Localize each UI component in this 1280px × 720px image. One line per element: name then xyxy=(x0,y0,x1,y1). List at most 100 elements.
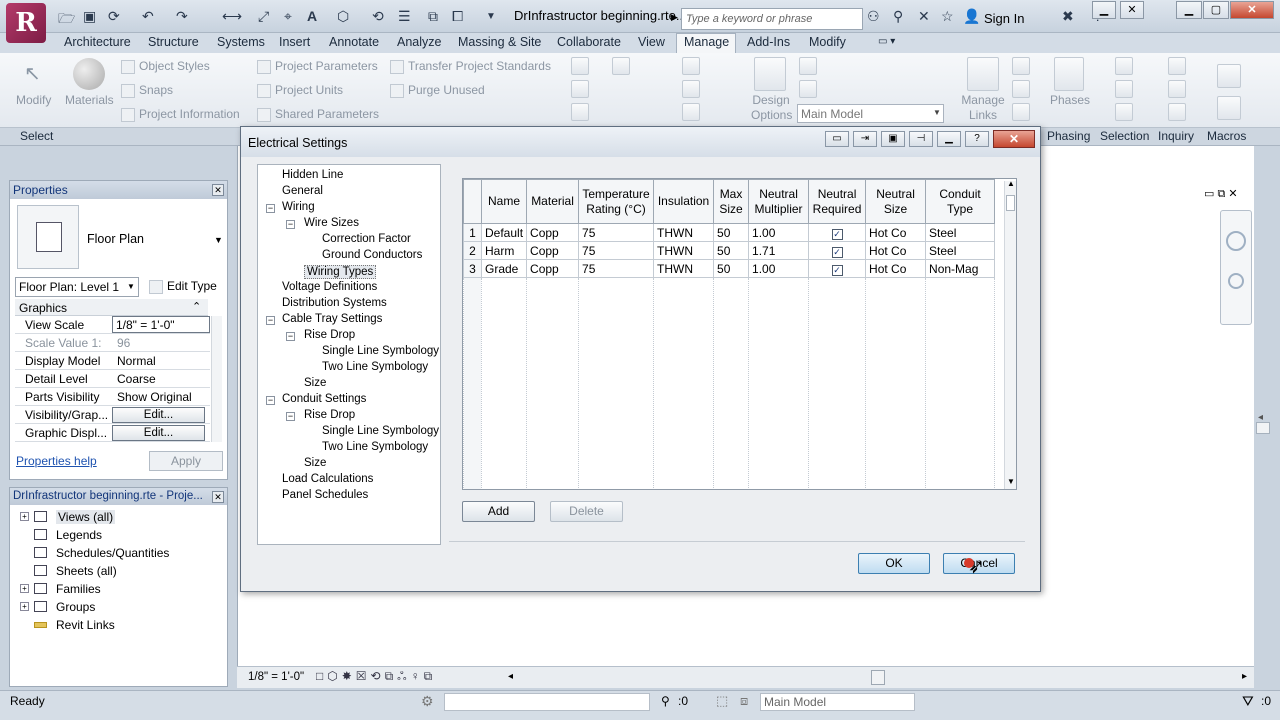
manage-links-icon[interactable] xyxy=(967,57,999,91)
tab-insert[interactable]: Insert xyxy=(279,35,310,49)
tree-item-general[interactable]: General xyxy=(282,185,323,197)
chevron-left-icon[interactable]: ◂ xyxy=(508,671,513,682)
column-header-conduit-type[interactable]: Conduit Type xyxy=(925,179,996,224)
search-input[interactable]: Type a keyword or phrase xyxy=(681,8,863,30)
manage-links-button[interactable]: Manage Links xyxy=(961,93,1005,123)
editable-only-icon[interactable]: ⚲ xyxy=(661,694,670,708)
cell-name[interactable]: Harm xyxy=(480,241,528,260)
collapse-icon[interactable]: − xyxy=(266,316,275,325)
cell-neutral-required[interactable]: ✓ xyxy=(808,223,867,242)
graphic-display-edit-button[interactable]: Edit... xyxy=(112,425,205,441)
property-row[interactable]: Detail Level Coarse xyxy=(15,370,210,388)
navigation-bar[interactable] xyxy=(1220,210,1252,325)
snaps-button[interactable]: Snaps xyxy=(121,83,173,98)
apply-button[interactable]: Apply xyxy=(149,451,223,471)
tab-manage[interactable]: Manage xyxy=(684,35,729,49)
table-row[interactable]: 3 Grade Copp 75 THWN 50 1.00 ✓ Hot Co Non-Mag xyxy=(463,259,996,278)
table-row[interactable]: 2 Harm Copp 75 THWN 50 1.71 ✓ Hot Co Steel xyxy=(463,241,996,260)
close-icon[interactable]: ✕ xyxy=(212,491,224,503)
edit-type-button[interactable]: Edit Type xyxy=(146,277,224,297)
shared-parameters-button[interactable]: Shared Parameters xyxy=(257,107,379,122)
window-minimize-inner-button[interactable]: ▁ xyxy=(1092,1,1116,19)
view-control-icons[interactable]: □⬡✸☒⟲⧉ஃ♀⧉ xyxy=(316,669,436,685)
sync-icon[interactable]: ⟳ xyxy=(108,8,120,25)
cell-neutral-size[interactable]: Hot Co xyxy=(865,223,927,242)
aligned-dimension-icon[interactable]: ⤢ xyxy=(258,8,269,25)
cell-insulation[interactable]: THWN xyxy=(653,241,715,260)
tree-item-load-calculations[interactable]: Load Calculations xyxy=(282,473,373,485)
tree-item-distribution-systems[interactable]: Distribution Systems xyxy=(282,297,387,309)
tree-item-hidden-line[interactable]: Hidden Line xyxy=(282,169,343,181)
dialog-toolbar-button[interactable]: ▣ xyxy=(881,131,905,147)
column-header-neutral-required[interactable]: Neutral Required xyxy=(808,179,867,224)
tree-item-two-line-symbology[interactable]: Two Line Symbology xyxy=(322,361,428,373)
tree-item-single-line-symbology[interactable]: Single Line Symbology xyxy=(322,345,439,357)
close-icon[interactable]: ✕ xyxy=(993,130,1035,148)
macro-manager-icon[interactable] xyxy=(1217,64,1241,88)
macro-security-icon[interactable] xyxy=(1217,96,1241,120)
column-header-insulation[interactable]: Insulation xyxy=(653,179,715,224)
scroll-up-icon[interactable]: ▲ xyxy=(1007,179,1015,188)
dialog-toolbar-button[interactable]: ▁ xyxy=(937,131,961,147)
status-main-model-select[interactable]: Main Model xyxy=(760,693,915,711)
column-header-material[interactable]: Material xyxy=(526,179,580,224)
exchange-icon[interactable]: ✖ xyxy=(1062,8,1074,25)
tree-item-size[interactable]: Size xyxy=(304,457,326,469)
cell-material[interactable]: Copp xyxy=(526,241,580,260)
design-options-icon[interactable] xyxy=(754,57,786,91)
chevron-right-icon[interactable]: ▸ xyxy=(1242,671,1247,682)
cell-conduit-type[interactable]: Steel xyxy=(925,241,996,260)
application-menu-button[interactable]: R xyxy=(6,3,46,43)
tree-item-size[interactable]: Size xyxy=(304,377,326,389)
zoom-icon[interactable] xyxy=(1228,273,1244,289)
chevron-right-icon[interactable]: ▶ xyxy=(671,12,678,23)
cell-neutral-required[interactable]: ✓ xyxy=(808,259,867,278)
steering-wheel-icon[interactable] xyxy=(1226,231,1246,251)
collapse-icon[interactable]: − xyxy=(266,396,275,405)
tab-systems[interactable]: Systems xyxy=(217,35,265,49)
cell-max-size[interactable]: 50 xyxy=(713,223,750,242)
property-value[interactable]: Show Original xyxy=(117,390,192,404)
property-row[interactable]: Visibility/Grap... Edit... xyxy=(15,406,210,424)
tag-icon[interactable]: ⌖ xyxy=(284,8,292,25)
property-value[interactable]: Coarse xyxy=(117,372,156,386)
phases-button[interactable]: Phases xyxy=(1050,93,1090,107)
expand-icon[interactable]: + xyxy=(20,584,29,593)
horizontal-scrollbar-thumb[interactable] xyxy=(871,670,885,685)
tree-item-panel-schedules[interactable]: Panel Schedules xyxy=(282,489,368,501)
properties-scrollbar[interactable] xyxy=(211,316,222,442)
delete-button[interactable]: Delete xyxy=(550,501,623,522)
worksets-icon[interactable]: ⚙ xyxy=(421,693,434,710)
cell-temperature[interactable]: 75 xyxy=(578,259,655,278)
location-icon[interactable] xyxy=(571,57,589,75)
dialog-toolbar-button[interactable]: ▭ xyxy=(825,131,849,147)
collapse-icon[interactable]: ⌃ xyxy=(192,300,201,313)
window-close-inner-button[interactable]: ✕ xyxy=(1120,1,1144,19)
project-parameters-button[interactable]: Project Parameters xyxy=(257,59,378,74)
cell-neutral-multiplier[interactable]: 1.71 xyxy=(748,241,810,260)
tree-item-wiring-types[interactable]: Wiring Types xyxy=(304,265,377,279)
object-styles-button[interactable]: Object Styles xyxy=(121,59,210,74)
position-icon[interactable] xyxy=(571,80,589,98)
cell-neutral-required[interactable]: ✓ xyxy=(808,241,867,260)
dialog-toolbar-button[interactable]: ⇥ xyxy=(853,131,877,147)
decal-types-icon[interactable] xyxy=(1012,80,1030,98)
section-icon[interactable]: ⟲ xyxy=(372,8,384,25)
view-scale-label[interactable]: 1/8" = 1'-0" xyxy=(248,671,304,683)
column-header-name[interactable]: Name xyxy=(480,179,528,224)
chevron-down-icon[interactable]: ▼ xyxy=(486,11,496,22)
save-selection-icon[interactable] xyxy=(1115,57,1133,75)
property-row[interactable]: Display Model Normal xyxy=(15,352,210,370)
open-icon[interactable]: 🗁 xyxy=(58,8,75,32)
cell-name[interactable]: Grade xyxy=(480,259,528,278)
redo-icon[interactable]: ↷ xyxy=(176,8,188,25)
tab-annotate[interactable]: Annotate xyxy=(329,35,379,49)
tree-item-ground-conductors[interactable]: Ground Conductors xyxy=(322,249,422,261)
property-row[interactable]: Graphic Displ... Edit... xyxy=(15,424,210,442)
edit-selection-icon[interactable] xyxy=(1115,103,1133,121)
undo-icon[interactable]: ↶ xyxy=(142,8,154,25)
ribbon-minimize-toggle-icon[interactable]: ▭ ▾ xyxy=(878,36,895,47)
table-scrollbar[interactable]: ▲ ▼ xyxy=(1004,179,1016,489)
angle-icon[interactable] xyxy=(682,80,700,98)
tab-modify[interactable]: Modify xyxy=(809,35,846,49)
